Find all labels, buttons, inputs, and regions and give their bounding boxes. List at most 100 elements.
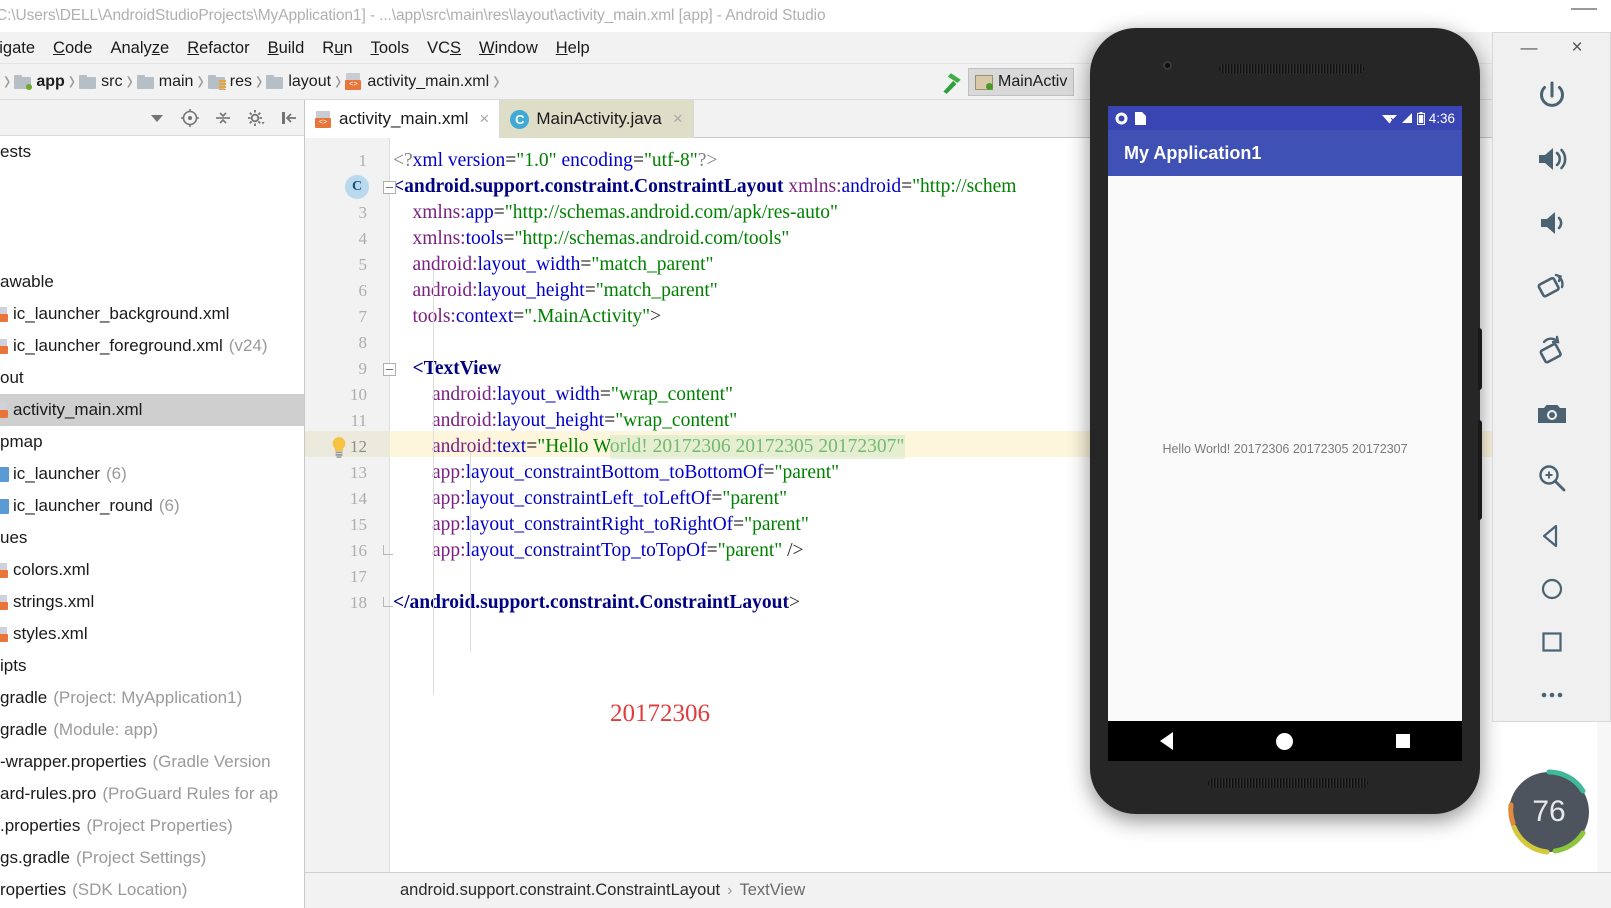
tree-item-styles-xml[interactable]: styles.xml <box>0 618 304 650</box>
tree-item-awable[interactable]: awable <box>0 266 304 298</box>
tree-item-ests[interactable]: ests <box>0 136 304 168</box>
screenshot-button[interactable] <box>1492 382 1611 446</box>
menu-item-analyze[interactable]: Analyze <box>101 32 178 64</box>
menu-item-build[interactable]: Build <box>259 32 314 64</box>
tree-item-ard-rules-pro[interactable]: ard-rules.pro (ProGuard Rules for ap <box>0 778 304 810</box>
power-button[interactable] <box>1492 64 1611 128</box>
app-content-area[interactable]: Hello World! 20172306 20172305 20172307 <box>1108 176 1462 721</box>
code-line-6[interactable]: android:layout_height="match_parent" <box>393 278 718 304</box>
volume-down-button[interactable] <box>1492 191 1611 255</box>
rotate-left-icon <box>1537 273 1564 298</box>
back-button[interactable] <box>1159 732 1173 750</box>
run-configuration-selector[interactable]: MainActiv <box>968 68 1075 96</box>
tree-item-ic-launcher[interactable]: ic_launcher (6) <box>0 458 304 490</box>
phone-body: 4:36 My Application1 Hello World! 201723… <box>1090 28 1482 814</box>
window-minimize-button[interactable] <box>1571 8 1597 10</box>
breadcrumb-item-activity-main-xml[interactable]: activity_main.xml <box>345 73 489 91</box>
emulator-home-button[interactable] <box>1492 563 1611 616</box>
code-fold-collapse-icon[interactable] <box>383 363 396 376</box>
menu-item-vcs[interactable]: VCS <box>418 32 470 64</box>
app-title-label: My Application1 <box>1124 142 1262 163</box>
menu-item-window[interactable]: Window <box>470 32 547 64</box>
menu-item-code[interactable]: Code <box>44 32 101 64</box>
menu-item-vigate[interactable]: vigate <box>0 32 44 64</box>
code-fold-collapse-icon[interactable] <box>383 181 396 194</box>
code-line-3[interactable]: xmlns:app="http://schemas.android.com/ap… <box>393 200 839 226</box>
tree-item-activity-main-xml[interactable]: activity_main.xml <box>0 394 304 426</box>
tree-item-gradle[interactable]: gradle (Project: MyApplication1) <box>0 682 304 714</box>
breadcrumb-item-layout[interactable]: layout <box>266 73 331 91</box>
settings-gear-icon[interactable] <box>246 108 266 128</box>
emulator-overview-button[interactable] <box>1492 615 1611 668</box>
code-line-16[interactable]: app:layout_constraintTop_toTopOf="parent… <box>393 538 804 564</box>
tree-item-ues[interactable]: ues <box>0 522 304 554</box>
phone-screen[interactable]: 4:36 My Application1 Hello World! 201723… <box>1108 106 1462 761</box>
line-number: 17 <box>350 567 367 586</box>
code-line-9[interactable]: <TextView <box>393 356 502 382</box>
breadcrumb-item-src[interactable]: src <box>79 73 122 91</box>
volume-up-button[interactable] <box>1492 128 1611 192</box>
breadcrumb-item-app[interactable]: app <box>14 73 65 91</box>
class-marker-badge[interactable]: C <box>345 175 369 199</box>
emulator-more-button[interactable] <box>1492 668 1611 721</box>
tree-item-ic-launcher-background-xml[interactable]: ic_launcher_background.xml <box>0 298 304 330</box>
tree-item-pmap[interactable]: pmap <box>0 426 304 458</box>
locate-target-icon[interactable] <box>180 108 200 128</box>
emulator-close-button[interactable]: × <box>1571 37 1582 59</box>
status-path-leaf[interactable]: TextView <box>739 881 805 900</box>
menu-item-run[interactable]: Run <box>313 32 361 64</box>
tree-item-ipts[interactable]: ipts <box>0 650 304 682</box>
code-line-11[interactable]: android:layout_height="wrap_content" <box>393 408 737 434</box>
performance-monitor-widget[interactable]: 76 <box>1500 763 1598 861</box>
editor-tab-activity-main-xml[interactable]: activity_main.xml × <box>305 100 501 138</box>
code-line-10[interactable]: android:layout_width="wrap_content" <box>393 382 733 408</box>
tree-item-gs-gradle[interactable]: gs.gradle (Project Settings) <box>0 842 304 874</box>
menu-item-refactor[interactable]: Refactor <box>178 32 258 64</box>
close-icon[interactable]: × <box>673 109 683 129</box>
chevron-down-icon[interactable] <box>147 108 167 128</box>
editor-tab-mainactivity-java[interactable]: C MainActivity.java × <box>500 100 694 138</box>
code-line-2[interactable]: <android.support.constraint.ConstraintLa… <box>393 174 1016 200</box>
tree-item-label: -wrapper.properties <box>0 752 147 771</box>
home-button[interactable] <box>1275 732 1293 750</box>
code-line-13[interactable]: app:layout_constraintBottom_toBottomOf="… <box>393 460 839 486</box>
code-line-4[interactable]: xmlns:tools="http://schemas.android.com/… <box>393 226 790 252</box>
tree-item-roperties[interactable]: roperties (SDK Location) <box>0 874 304 906</box>
tree-item-ic-launcher-round[interactable]: ic_launcher_round (6) <box>0 490 304 522</box>
recents-button[interactable] <box>1396 734 1411 748</box>
code-fold-end-icon[interactable] <box>383 597 393 607</box>
image-file-icon <box>0 498 9 514</box>
emulator-back-button[interactable] <box>1492 510 1611 563</box>
breadcrumb-item-main[interactable]: main <box>136 73 193 91</box>
rotate-left-button[interactable] <box>1492 255 1611 319</box>
code-line-14[interactable]: app:layout_constraintLeft_toLeftOf="pare… <box>393 486 787 512</box>
tree-item-strings-xml[interactable]: strings.xml <box>0 586 304 618</box>
zoom-button[interactable] <box>1492 446 1611 510</box>
code-line-15[interactable]: app:layout_constraintRight_toRightOf="pa… <box>393 512 809 538</box>
collapse-all-icon[interactable] <box>213 108 233 128</box>
line-number: 16 <box>350 541 367 560</box>
tree-item--properties[interactable]: .properties (Project Properties) <box>0 810 304 842</box>
hide-panel-icon[interactable] <box>279 108 299 128</box>
build-hammer-icon[interactable] <box>938 70 964 96</box>
menu-item-help[interactable]: Help <box>547 32 599 64</box>
code-fold-end-icon[interactable] <box>383 545 393 555</box>
emulator-minimize-button[interactable]: — <box>1520 38 1537 58</box>
close-icon[interactable]: × <box>479 109 489 129</box>
breadcrumb-item-res[interactable]: res <box>207 73 252 91</box>
status-path-root[interactable]: android.support.constraint.ConstraintLay… <box>400 881 720 900</box>
code-line-5[interactable]: android:layout_width="match_parent" <box>393 252 714 278</box>
tree-item-ic-launcher-foreground-xml[interactable]: ic_launcher_foreground.xml (v24) <box>0 330 304 362</box>
tree-item-gradle[interactable]: gradle (Module: app) <box>0 714 304 746</box>
volume-hardware-button[interactable] <box>1478 420 1482 520</box>
intention-bulb-icon[interactable] <box>329 436 349 458</box>
tree-item--wrapper-properties[interactable]: -wrapper.properties (Gradle Version <box>0 746 304 778</box>
code-line-1[interactable]: <?xml version="1.0" encoding="utf-8"?> <box>393 148 717 174</box>
code-line-18[interactable]: </android.support.constraint.ConstraintL… <box>393 590 800 616</box>
emulator-window: 4:36 My Application1 Hello World! 201723… <box>1090 28 1484 814</box>
tree-item-out[interactable]: out <box>0 362 304 394</box>
tree-item-colors-xml[interactable]: colors.xml <box>0 554 304 586</box>
rotate-right-button[interactable] <box>1492 319 1611 383</box>
power-hardware-button[interactable] <box>1478 328 1482 390</box>
menu-item-tools[interactable]: Tools <box>362 32 419 64</box>
